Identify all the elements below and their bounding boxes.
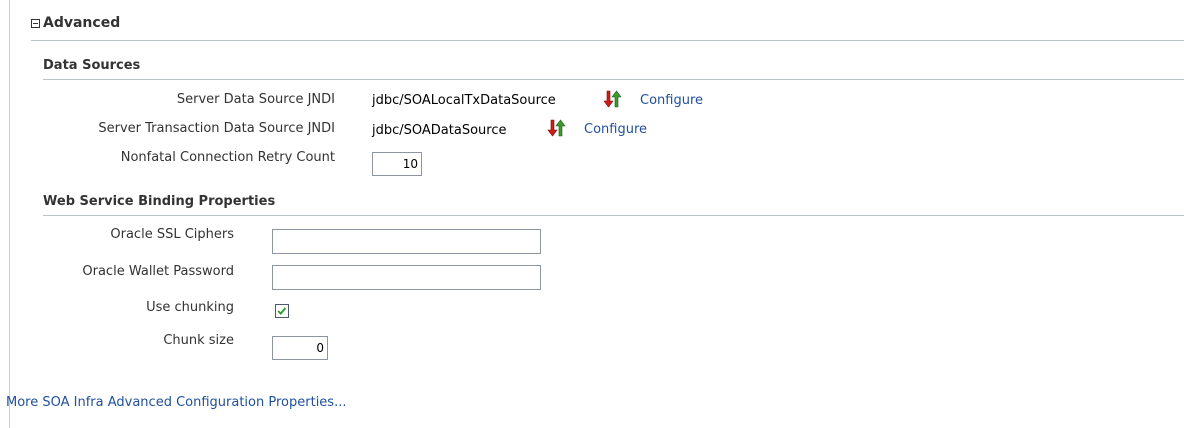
chunk-size-label: Chunk size [163,333,234,348]
checkmark-icon [277,307,287,315]
more-advanced-config-link[interactable]: More SOA Infra Advanced Configuration Pr… [6,395,346,410]
oracle-ssl-ciphers-input[interactable] [272,229,541,254]
refresh-arrows-icon[interactable] [545,117,567,139]
use-chunking-label: Use chunking [146,300,234,315]
configure-link-server-data-source[interactable]: Configure [640,93,703,108]
server-data-source-jndi-value: jdbc/SOALocalTxDataSource [372,93,556,108]
web-service-binding-divider [43,215,1184,216]
web-service-binding-heading: Web Service Binding Properties [43,194,276,209]
section-divider [31,40,1184,41]
server-transaction-data-source-jndi-value: jdbc/SOADataSource [372,123,507,138]
oracle-wallet-password-label: Oracle Wallet Password [82,264,234,279]
advanced-section-header[interactable]: Advanced [31,15,120,31]
retry-count-label: Nonfatal Connection Retry Count [120,150,335,165]
section-title: Advanced [43,15,121,31]
oracle-wallet-password-input[interactable] [272,265,541,290]
data-sources-heading: Data Sources [43,58,141,73]
use-chunking-checkbox[interactable] [275,304,289,318]
configure-link-server-transaction-data-source[interactable]: Configure [584,122,647,137]
chunk-size-input[interactable] [272,336,328,360]
collapse-minus-icon[interactable] [31,18,40,28]
oracle-ssl-ciphers-label: Oracle SSL Ciphers [110,227,234,242]
data-sources-divider [43,79,1184,80]
retry-count-input[interactable] [372,152,422,176]
server-transaction-data-source-jndi-label: Server Transaction Data Source JNDI [98,121,335,136]
refresh-arrows-icon[interactable] [601,88,623,110]
left-border [9,0,10,428]
server-data-source-jndi-label: Server Data Source JNDI [176,92,335,107]
